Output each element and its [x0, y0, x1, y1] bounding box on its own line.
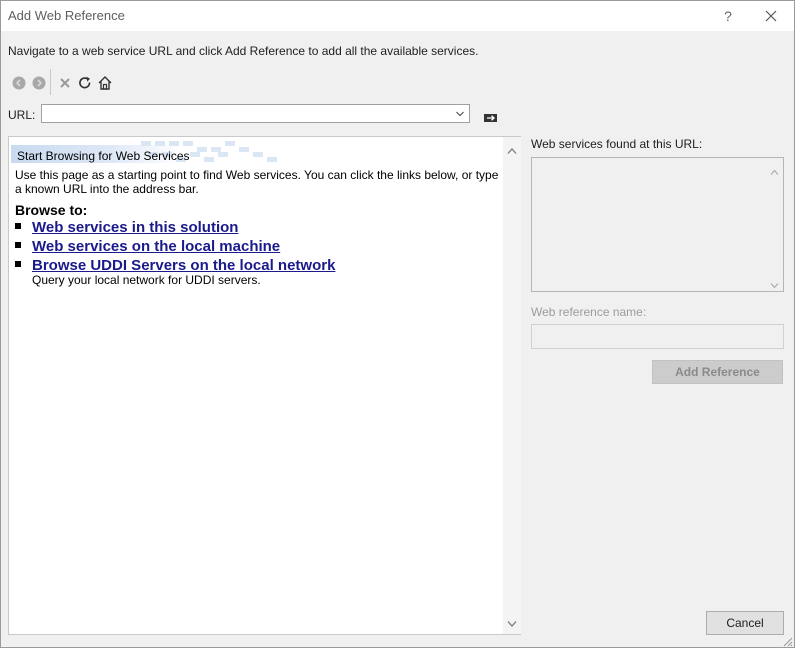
- go-arrow-icon: [484, 114, 497, 122]
- web-reference-name-label: Web reference name:: [531, 305, 647, 319]
- stop-button[interactable]: [56, 73, 74, 93]
- url-combobox[interactable]: [41, 104, 470, 123]
- close-icon: [765, 10, 777, 22]
- link-row-solution: Web services in this solution: [15, 219, 238, 236]
- forward-button[interactable]: [30, 73, 48, 93]
- chevron-up-icon: [507, 148, 517, 154]
- list-scroll-up-button[interactable]: [770, 165, 779, 175]
- chevron-down-icon: [770, 283, 779, 289]
- url-label: URL:: [8, 108, 36, 122]
- refresh-button[interactable]: [76, 73, 94, 93]
- link-row-uddi: Browse UDDI Servers on the local network: [15, 257, 335, 274]
- link-row-local-machine: Web services on the local machine: [15, 238, 280, 255]
- refresh-icon: [79, 76, 91, 89]
- scroll-up-button[interactable]: [507, 144, 517, 154]
- browser-page-title: Start Browsing for Web Services: [17, 149, 190, 163]
- uddi-description: Query your local network for UDDI server…: [32, 273, 261, 287]
- link-browse-uddi[interactable]: Browse UDDI Servers on the local network: [32, 257, 335, 274]
- services-found-label: Web services found at this URL:: [531, 137, 703, 151]
- back-icon: [12, 76, 26, 90]
- instruction-text: Navigate to a web service URL and click …: [8, 44, 479, 58]
- add-web-reference-dialog: Add Web Reference ? Navigate to a web se…: [0, 0, 795, 648]
- resize-grip-icon: [783, 637, 793, 647]
- services-found-list[interactable]: [531, 157, 784, 292]
- forward-icon: [32, 76, 46, 90]
- title-bar: Add Web Reference ?: [1, 1, 794, 31]
- browse-to-heading: Browse to:: [15, 202, 88, 218]
- resize-grip[interactable]: [781, 635, 793, 647]
- home-icon: [98, 76, 112, 90]
- toolbar-separator: [50, 69, 51, 95]
- link-web-services-solution[interactable]: Web services in this solution: [32, 219, 238, 236]
- add-reference-button[interactable]: Add Reference: [652, 360, 783, 384]
- cancel-button[interactable]: Cancel: [706, 611, 784, 635]
- window-title: Add Web Reference: [8, 8, 125, 23]
- browser-vertical-scrollbar[interactable]: [503, 137, 521, 634]
- browser-header-banner: Start Browsing for Web Services: [11, 139, 291, 165]
- help-button[interactable]: ?: [717, 3, 739, 29]
- bullet: [15, 261, 21, 268]
- chevron-up-icon: [770, 169, 779, 175]
- url-dropdown-button[interactable]: [453, 106, 467, 121]
- web-browser-pane[interactable]: Start Browsing for Web Services Use this…: [8, 136, 521, 635]
- browser-toolbar: [8, 69, 128, 95]
- chevron-down-icon: [507, 621, 517, 627]
- browser-description: Use this page as a starting point to fin…: [15, 168, 499, 196]
- list-scroll-down-button[interactable]: [770, 278, 779, 289]
- web-reference-name-input[interactable]: [531, 324, 784, 349]
- scroll-down-button[interactable]: [507, 617, 517, 627]
- link-web-services-local-machine[interactable]: Web services on the local machine: [32, 238, 280, 255]
- url-input[interactable]: [44, 106, 444, 121]
- back-button[interactable]: [10, 73, 28, 93]
- bullet: [15, 242, 21, 249]
- close-button[interactable]: [758, 3, 784, 29]
- stop-icon: [60, 78, 70, 88]
- bullet: [15, 223, 21, 230]
- go-button[interactable]: [483, 111, 499, 125]
- chevron-down-icon: [456, 111, 464, 117]
- home-button[interactable]: [96, 73, 114, 93]
